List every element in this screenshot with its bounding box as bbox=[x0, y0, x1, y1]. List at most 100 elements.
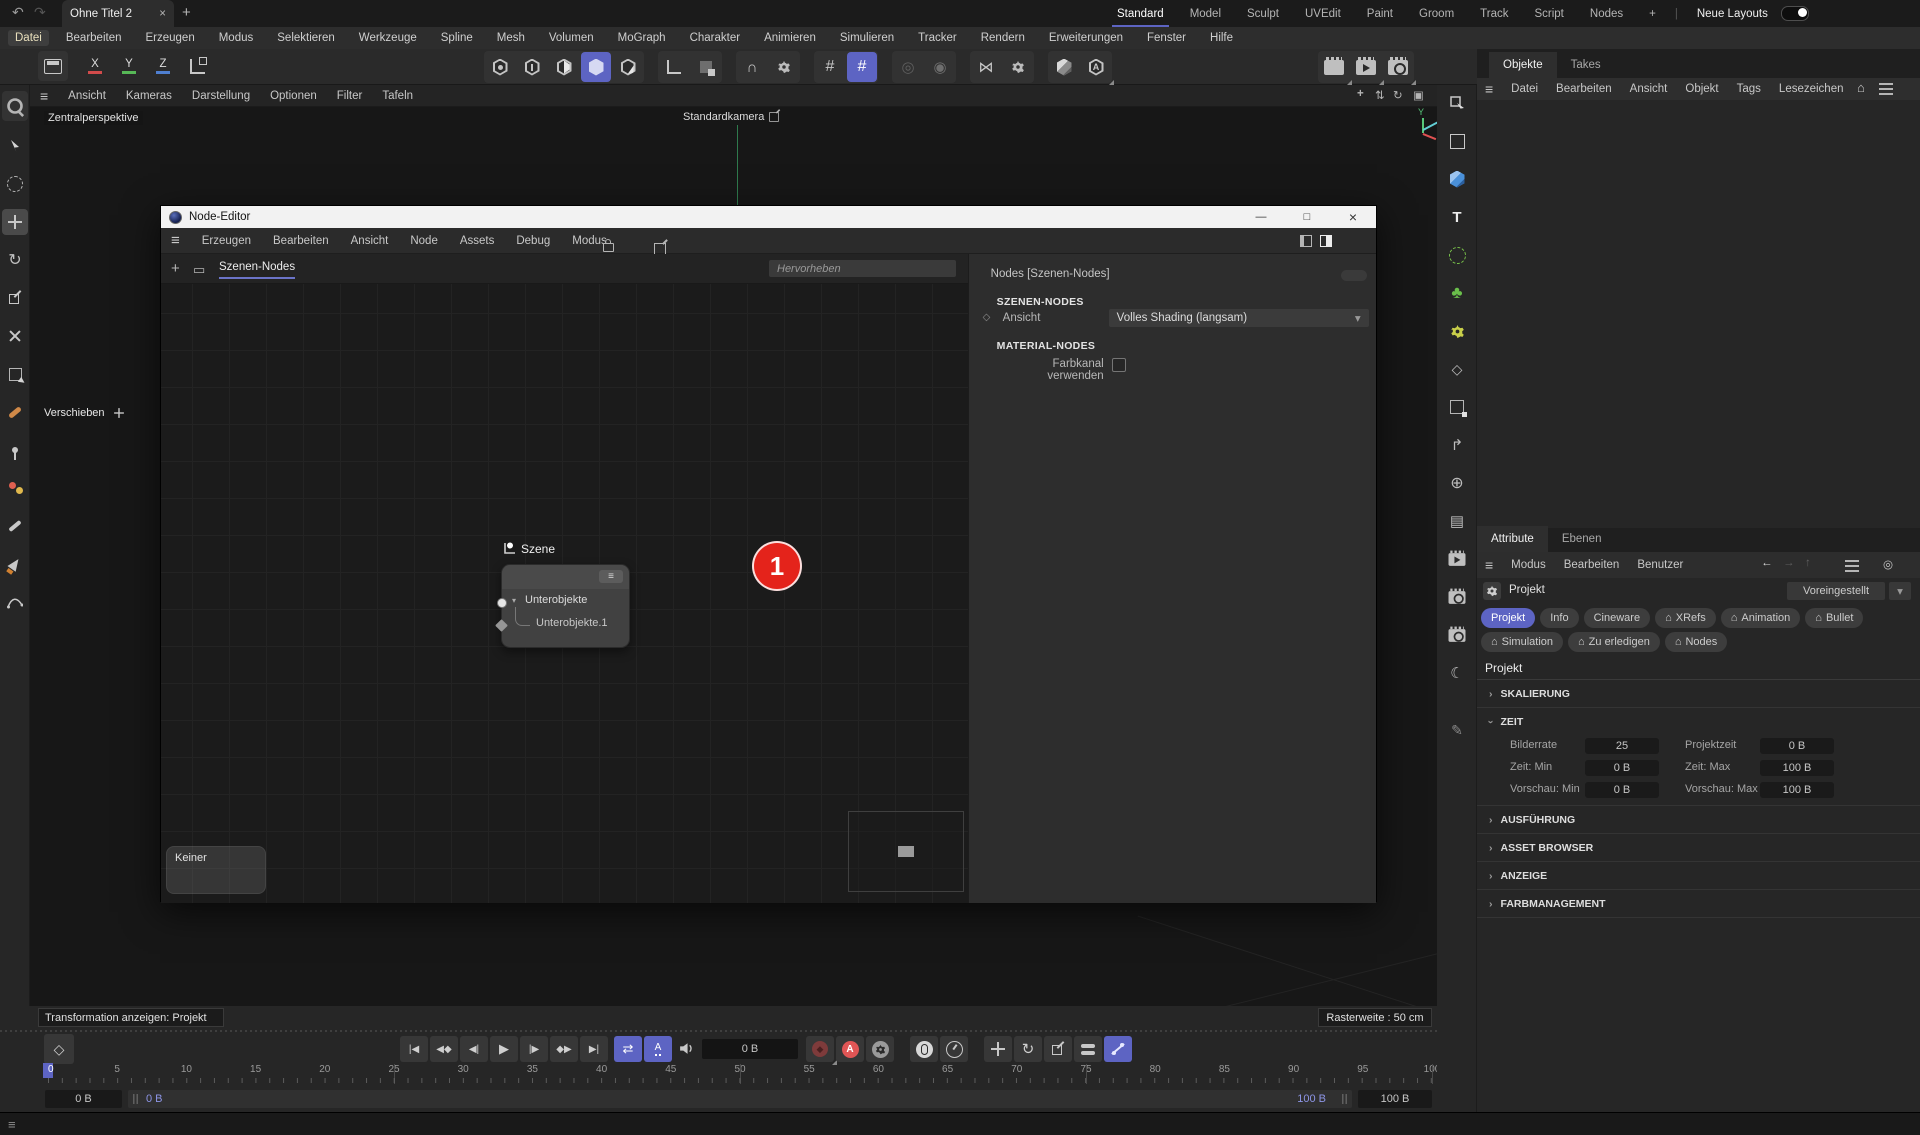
rotate-tool[interactable]: ↻ bbox=[2, 247, 28, 273]
vp-menu-kameras[interactable]: Kameras bbox=[126, 90, 172, 102]
vegetation-tool[interactable]: ♣ bbox=[1442, 278, 1472, 308]
play-mode-button[interactable]: A bbox=[644, 1036, 672, 1062]
current-frame-field[interactable]: 0 B bbox=[702, 1039, 798, 1059]
chip-nodes[interactable]: ⌂Nodes bbox=[1665, 632, 1727, 652]
graph-minimap[interactable] bbox=[848, 811, 964, 892]
goto-start-button[interactable]: |◀ bbox=[400, 1036, 428, 1062]
paint-brush-tool[interactable] bbox=[2, 513, 28, 539]
render-to-picture-viewer-button[interactable] bbox=[1351, 52, 1381, 82]
key-rotation-toggle[interactable]: ↻ bbox=[1014, 1036, 1042, 1062]
neue-layouts-button[interactable]: Neue Layouts bbox=[1684, 0, 1781, 27]
section-zeit[interactable]: › ZEIT bbox=[1477, 708, 1920, 735]
range-start-field[interactable]: 0 B bbox=[45, 1090, 122, 1108]
menu-hilfe[interactable]: Hilfe bbox=[1210, 32, 1233, 44]
vp-menu-darstellung[interactable]: Darstellung bbox=[192, 90, 250, 102]
ne-menu-bearbeiten[interactable]: Bearbeiten bbox=[273, 235, 329, 247]
ne-menu-node[interactable]: Node bbox=[410, 235, 438, 247]
node-menu-icon[interactable]: ≡ bbox=[599, 570, 623, 583]
menu-mesh[interactable]: Mesh bbox=[497, 32, 525, 44]
menu-charakter[interactable]: Charakter bbox=[690, 32, 741, 44]
popout-icon[interactable] bbox=[654, 243, 666, 255]
toggle-view-icon[interactable]: ▣ bbox=[1413, 88, 1424, 102]
autokey-button[interactable]: A bbox=[836, 1036, 864, 1062]
magnet-snap-button[interactable]: ∩ bbox=[737, 52, 767, 82]
layout-tab-sculpt[interactable]: Sculpt bbox=[1234, 0, 1292, 27]
keyframe-dial-button[interactable] bbox=[940, 1036, 968, 1062]
scene-node-header[interactable]: ≡ bbox=[502, 565, 629, 589]
tab-objekte[interactable]: Objekte bbox=[1489, 52, 1557, 78]
camera-label-group[interactable]: Standardkamera bbox=[683, 111, 780, 123]
ne-menu-assets[interactable]: Assets bbox=[460, 235, 495, 247]
text-object-tool[interactable]: T bbox=[1442, 202, 1472, 232]
orbit-view-icon[interactable]: ↻ bbox=[1393, 88, 1403, 102]
farbkanal-checkbox[interactable] bbox=[1112, 358, 1126, 372]
next-key-button[interactable]: ◆▶ bbox=[550, 1036, 578, 1062]
render-view-button[interactable] bbox=[1049, 52, 1079, 82]
sound-button[interactable] bbox=[678, 1040, 695, 1060]
diamond-icon[interactable]: ◇ bbox=[983, 312, 991, 323]
graph-tab-shape-icon[interactable]: ▭ bbox=[193, 262, 205, 278]
camera-popout-icon[interactable] bbox=[770, 112, 780, 122]
filter-icon[interactable] bbox=[1879, 83, 1893, 95]
panel-right-toggle-icon[interactable] bbox=[1320, 235, 1332, 247]
selection-circle-tool[interactable] bbox=[2, 171, 28, 197]
render-settings-open-button[interactable] bbox=[1383, 52, 1413, 82]
attr-menu-icon[interactable]: ≡ bbox=[1485, 557, 1493, 573]
zeit-max-field[interactable]: 100 B bbox=[1760, 760, 1834, 776]
ne-menu-modus[interactable]: Modus bbox=[572, 235, 607, 247]
panel-left-toggle-icon[interactable] bbox=[1300, 235, 1312, 247]
axis-edit-button[interactable] bbox=[659, 52, 689, 82]
objects-tree-empty[interactable] bbox=[1477, 100, 1920, 528]
chip-cineware[interactable]: Cineware bbox=[1584, 608, 1650, 628]
pan-view-icon[interactable]: + bbox=[1357, 88, 1364, 100]
snap-settings-button[interactable] bbox=[769, 52, 799, 82]
chip-projekt[interactable]: Projekt bbox=[1481, 608, 1535, 628]
axis-x-button[interactable]: X bbox=[80, 51, 110, 81]
preset-dropdown[interactable]: Voreingestellt bbox=[1787, 582, 1885, 600]
keyframe-filter-toggle[interactable] bbox=[1104, 1036, 1132, 1062]
chip-bullet[interactable]: ⌂Bullet bbox=[1805, 608, 1863, 628]
layout-tab-uvedit[interactable]: UVEdit bbox=[1292, 0, 1354, 27]
range-right-grip[interactable] bbox=[1342, 1094, 1347, 1104]
redo-icon[interactable]: ↷ bbox=[34, 5, 46, 19]
spline-pen-tool[interactable] bbox=[2, 589, 28, 615]
obj-menu-ansicht[interactable]: Ansicht bbox=[1630, 83, 1668, 95]
object-axis-button[interactable] bbox=[691, 52, 721, 82]
tab-ebenen[interactable]: Ebenen bbox=[1548, 526, 1616, 552]
pen-tool[interactable] bbox=[2, 551, 28, 577]
add-graph-tab-icon[interactable]: + bbox=[171, 260, 180, 277]
minimize-button[interactable]: — bbox=[1238, 206, 1284, 228]
add-layout-icon[interactable]: + bbox=[1636, 0, 1669, 27]
home-icon[interactable]: ⌂ bbox=[1857, 80, 1865, 95]
section-skalierung[interactable]: › SKALIERUNG bbox=[1477, 680, 1920, 708]
keyframe-selection-button[interactable] bbox=[910, 1036, 938, 1062]
attr-menu-modus[interactable]: Modus bbox=[1511, 559, 1546, 571]
simulation-settings-tool[interactable] bbox=[1442, 316, 1472, 346]
layout-tab-script[interactable]: Script bbox=[1521, 0, 1576, 27]
timeline-range-scrollbar[interactable]: 0 B 100 B bbox=[128, 1090, 1352, 1108]
viewport-menu-icon[interactable]: ≡ bbox=[40, 88, 48, 104]
keying-settings-button[interactable] bbox=[866, 1036, 894, 1062]
menu-fenster[interactable]: Fenster bbox=[1147, 32, 1186, 44]
coordinate-system-button[interactable] bbox=[182, 51, 212, 81]
multi-select-tool[interactable] bbox=[2, 361, 28, 387]
section-farbmanagement[interactable]: › FARBMANAGEMENT bbox=[1477, 890, 1920, 918]
next-frame-button[interactable]: |▶ bbox=[520, 1036, 548, 1062]
vp-menu-filter[interactable]: Filter bbox=[337, 90, 363, 102]
night-mode-tool[interactable]: ☾ bbox=[1442, 658, 1472, 688]
axis-y-button[interactable]: Y bbox=[114, 51, 144, 81]
scale-tool[interactable] bbox=[2, 285, 28, 311]
loop-mode-button[interactable]: ⇄ bbox=[614, 1036, 642, 1062]
maximize-button[interactable]: □ bbox=[1284, 206, 1330, 228]
zeit-min-field[interactable]: 0 B bbox=[1585, 760, 1659, 776]
range-left-grip[interactable] bbox=[133, 1094, 138, 1104]
axis-modify-tool[interactable] bbox=[2, 323, 28, 349]
key-scale-toggle[interactable] bbox=[1044, 1036, 1072, 1062]
ne-menu-debug[interactable]: Debug bbox=[516, 235, 550, 247]
menu-rendern[interactable]: Rendern bbox=[981, 32, 1025, 44]
goto-end-button[interactable]: ▶| bbox=[580, 1036, 608, 1062]
save-button[interactable] bbox=[38, 51, 68, 81]
render-active-view-button[interactable] bbox=[1319, 52, 1349, 82]
symmetry-button[interactable]: ⋈ bbox=[971, 52, 1001, 82]
chip-zu-erledigen[interactable]: ⌂Zu erledigen bbox=[1568, 632, 1660, 652]
